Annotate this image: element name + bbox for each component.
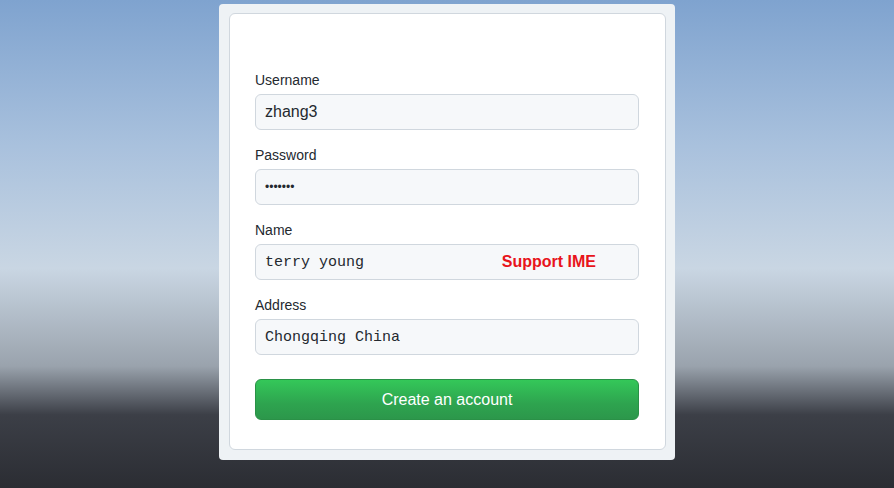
form-frame: Username zhang3 Password ••••••• Name terry y… (219, 4, 675, 460)
background-scene: Username zhang3 Password ••••••• Name terry y… (0, 0, 894, 488)
field-value: ••••••• (265, 180, 294, 194)
field-value: zhang3 (265, 103, 318, 121)
field-value: Chongqing China (265, 329, 400, 346)
signup-card: Username zhang3 Password ••••••• Name terry y… (229, 13, 666, 450)
form-group: Name terry young Support IME (255, 220, 639, 280)
text-field[interactable]: ••••••• (255, 169, 639, 205)
field-label: Address (255, 295, 639, 315)
text-field[interactable]: zhang3 (255, 94, 639, 130)
create-account-button[interactable]: Create an account (255, 379, 639, 420)
annotation-badge: Support IME (502, 253, 596, 271)
form-group: Username zhang3 (255, 70, 639, 130)
field-label: Name (255, 220, 639, 240)
form-group: Address Chongqing China (255, 295, 639, 355)
field-label: Username (255, 70, 639, 90)
field-label: Password (255, 145, 639, 165)
form-group: Password ••••••• (255, 145, 639, 205)
field-value: terry young (265, 254, 364, 271)
text-field[interactable]: Chongqing China (255, 319, 639, 355)
text-field[interactable]: terry young Support IME (255, 244, 639, 280)
